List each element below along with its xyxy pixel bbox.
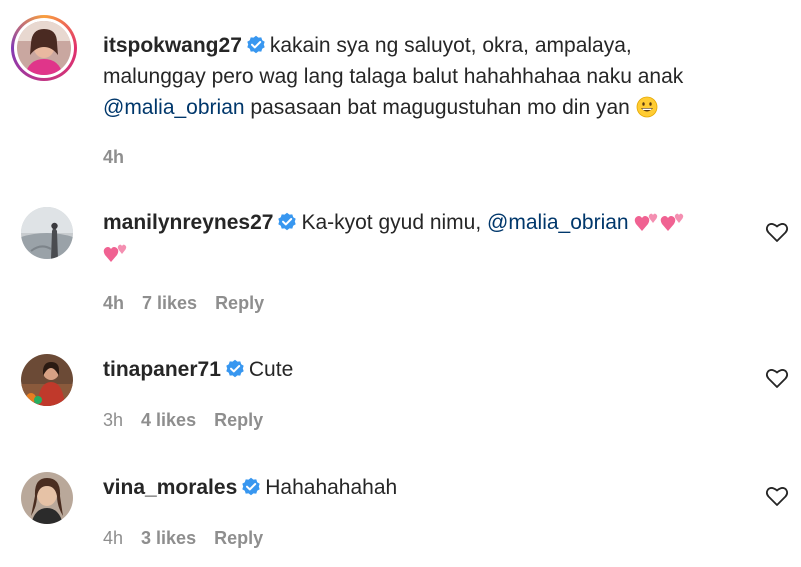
- reply-button[interactable]: Reply: [214, 528, 263, 548]
- verified-badge-icon: [242, 477, 260, 496]
- comment-meta: 4h 3 likes Reply: [103, 528, 281, 549]
- comment-text-line1: kakain sya ng saluyot, okra, ampalaya,: [269, 34, 632, 57]
- verified-badge-icon: [226, 359, 244, 378]
- avatar[interactable]: [21, 207, 73, 259]
- story-ring[interactable]: [11, 15, 77, 81]
- like-heart-icon[interactable]: [765, 485, 789, 507]
- two-hearts-emoji-icon: [635, 213, 658, 231]
- comment-meta: 4h: [103, 147, 142, 168]
- timestamp[interactable]: 4h: [103, 528, 123, 548]
- two-hearts-emoji-icon: [103, 244, 127, 262]
- username[interactable]: tinapaner71: [103, 358, 221, 381]
- verified-badge-icon: [278, 212, 297, 231]
- comment-text: Cute: [248, 358, 294, 381]
- comment-body: tinapaner71 Cute: [103, 354, 293, 385]
- comment-meta: 3h 4 likes Reply: [103, 410, 281, 431]
- likes-count[interactable]: 3 likes: [141, 528, 196, 548]
- avatar[interactable]: [17, 21, 71, 75]
- grinning-face-emoji-icon: [636, 96, 658, 118]
- timestamp[interactable]: 4h: [103, 293, 124, 313]
- mention-link[interactable]: @malia_obrian: [487, 211, 629, 234]
- timestamp[interactable]: 3h: [103, 410, 123, 430]
- avatar[interactable]: [21, 472, 73, 524]
- reply-button[interactable]: Reply: [215, 293, 264, 313]
- verified-badge-icon: [247, 35, 265, 54]
- like-heart-icon[interactable]: [765, 221, 789, 243]
- like-heart-icon[interactable]: [765, 367, 789, 389]
- comment-body: manilynreynes27 Ka-kyot gyud nimu, @malia…: [103, 207, 686, 269]
- comment-text: Hahahahahah: [265, 476, 398, 499]
- username[interactable]: vina_morales: [103, 476, 237, 499]
- comment-text: Ka-kyot gyud nimu,: [301, 211, 482, 234]
- comment-text-line3: pasasaan bat magugustuhan mo din yan: [250, 96, 630, 119]
- avatar[interactable]: [21, 354, 73, 406]
- mention-link[interactable]: @malia_obrian: [103, 96, 245, 119]
- comment-body: vina_morales Hahahahahah: [103, 472, 397, 503]
- likes-count[interactable]: 7 likes: [142, 293, 197, 313]
- timestamp[interactable]: 4h: [103, 147, 124, 167]
- two-hearts-emoji-icon: [661, 213, 684, 231]
- reply-button[interactable]: Reply: [214, 410, 263, 430]
- comment-meta: 4h 7 likes Reply: [103, 293, 282, 314]
- username[interactable]: manilynreynes27: [103, 211, 273, 234]
- comment-body: itspokwang27 kakain sya ng saluyot, okra,…: [103, 30, 683, 123]
- username[interactable]: itspokwang27: [103, 34, 242, 57]
- comment-text-line2: malunggay pero wag lang talaga balut hah…: [103, 65, 684, 88]
- likes-count[interactable]: 4 likes: [141, 410, 196, 430]
